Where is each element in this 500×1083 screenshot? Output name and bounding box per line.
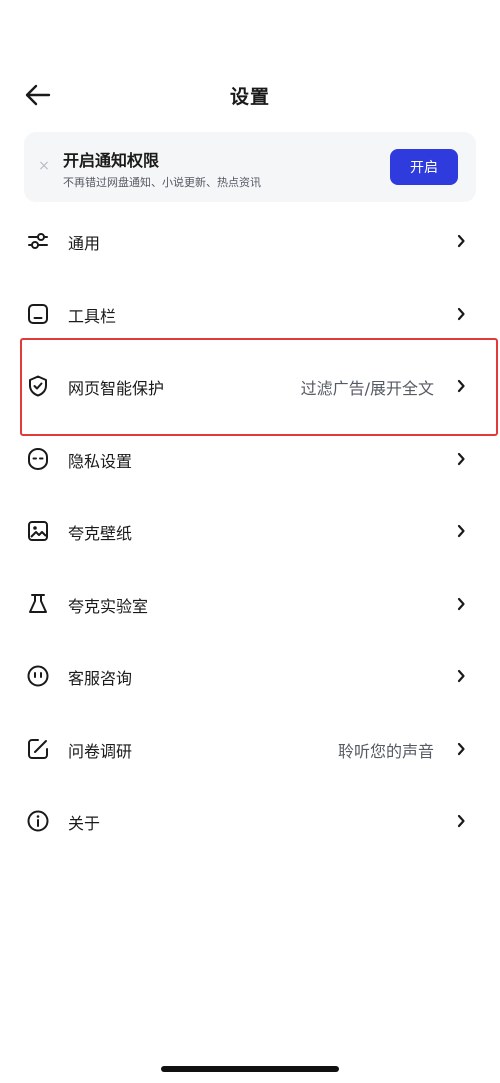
settings-item-privacy[interactable]: 隐私设置: [0, 422, 500, 495]
chevron-right-icon: [457, 814, 465, 828]
settings-item-label: 关于: [68, 814, 101, 833]
edit-icon: [28, 738, 48, 759]
home-indicator[interactable]: [161, 1066, 339, 1072]
chevron-right-icon: [457, 307, 465, 320]
flask-icon: [29, 593, 47, 613]
settings-item-label: 隐私设置: [68, 451, 133, 471]
settings-item-wallpaper[interactable]: 夸克壁纸: [0, 494, 500, 567]
settings-item-label: 通用: [68, 234, 101, 253]
chevron-right-icon: [457, 452, 465, 465]
settings-item-toolbar[interactable]: 工具栏: [0, 277, 500, 350]
settings-item-value: 聆听您的声音: [337, 741, 434, 761]
chevron-right-icon: [457, 669, 465, 683]
header: 设置: [0, 72, 500, 118]
chevron-right-icon: [457, 597, 465, 610]
chevron-right-icon: [457, 379, 465, 393]
settings-item-lab[interactable]: 夸克实验室: [0, 567, 500, 640]
support-icon: [27, 665, 49, 687]
toolbar-icon: [28, 303, 48, 324]
settings-item-general[interactable]: 通用: [0, 204, 500, 277]
info-icon: [27, 810, 49, 832]
settings-list: 通用 工具栏 网页智能保护 过滤广告/展开全文 隐私设置 夸克壁纸 夸克实验室 …: [0, 204, 500, 857]
chevron-right-icon: [457, 742, 465, 755]
chevron-right-icon: [457, 524, 465, 538]
chevron-right-icon: [457, 234, 465, 248]
settings-item-survey[interactable]: 问卷调研 聆听您的声音: [0, 712, 500, 785]
settings-item-label: 网页智能保护: [68, 379, 165, 398]
settings-item-label: 夸克实验室: [68, 596, 149, 616]
notification-permission-banner: × 开启通知权限 不再错过网盘通知、小说更新、热点资讯 开启: [24, 132, 476, 202]
settings-item-label: 夸克壁纸: [68, 524, 133, 543]
banner-title: 开启通知权限: [63, 151, 160, 170]
settings-item-label: 客服咨询: [68, 669, 133, 688]
settings-item-value: 过滤广告/展开全文: [300, 379, 434, 398]
privacy-icon: [28, 447, 48, 470]
settings-item-about[interactable]: 关于: [0, 784, 500, 857]
settings-item-support[interactable]: 客服咨询: [0, 639, 500, 712]
enable-notifications-button[interactable]: 开启: [390, 149, 458, 185]
banner-subtitle: 不再错过网盘通知、小说更新、热点资讯: [63, 176, 261, 189]
close-icon[interactable]: ×: [36, 156, 52, 176]
page-title: 设置: [229, 86, 270, 108]
sliders-icon: [28, 233, 48, 249]
wallpaper-icon: [28, 521, 48, 541]
settings-item-label: 工具栏: [68, 306, 117, 326]
settings-item-label: 问卷调研: [68, 741, 133, 761]
settings-item-web-protection[interactable]: 网页智能保护 过滤广告/展开全文: [0, 349, 500, 422]
shield-check-icon: [29, 375, 47, 397]
settings-page: 设置 × 开启通知权限 不再错过网盘通知、小说更新、热点资讯 开启 通用 工具栏…: [0, 0, 500, 1083]
